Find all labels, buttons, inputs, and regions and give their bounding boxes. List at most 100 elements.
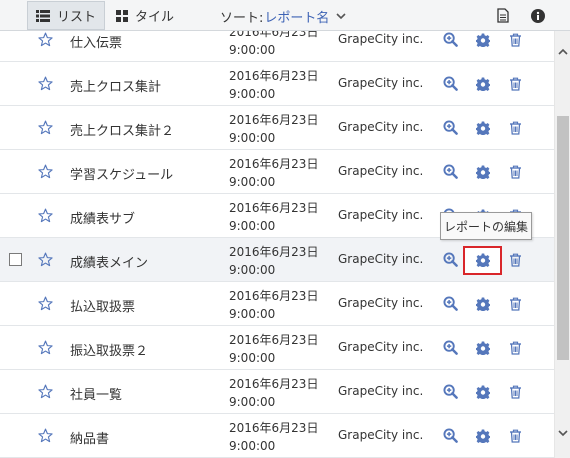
favorite-star-button[interactable] xyxy=(38,32,53,51)
report-name[interactable]: 学習スケジュール xyxy=(70,164,173,183)
info-icon xyxy=(531,9,545,23)
view-report-button[interactable] xyxy=(443,164,458,183)
edit-report-button[interactable] xyxy=(476,296,490,315)
star-icon xyxy=(38,120,53,135)
gear-icon xyxy=(476,77,490,91)
report-name[interactable]: 売上クロス集計２ xyxy=(70,120,174,139)
report-date: 2016年6月23日 9:00:00 xyxy=(229,375,318,411)
edit-report-button[interactable] xyxy=(476,428,490,447)
view-report-button[interactable] xyxy=(443,340,458,359)
favorite-star-button[interactable] xyxy=(38,428,53,447)
tile-icon xyxy=(116,9,128,22)
report-name[interactable]: 成績表メイン xyxy=(70,252,148,271)
delete-report-button[interactable] xyxy=(509,252,522,271)
delete-report-button[interactable] xyxy=(509,384,522,403)
report-date-day: 2016年6月23日 xyxy=(229,377,319,391)
favorite-star-button[interactable] xyxy=(38,296,53,315)
view-report-button[interactable] xyxy=(443,32,458,51)
view-report-button[interactable] xyxy=(443,384,458,403)
list-view-button[interactable]: リスト xyxy=(27,1,105,30)
document-icon-button[interactable] xyxy=(497,8,509,27)
view-report-button[interactable] xyxy=(443,76,458,95)
favorite-star-button[interactable] xyxy=(38,208,53,227)
view-report-button[interactable] xyxy=(443,296,458,315)
report-name[interactable]: 仕入伝票 xyxy=(70,32,122,51)
report-date: 2016年6月23日 9:00:00 xyxy=(229,243,318,279)
edit-report-button[interactable] xyxy=(476,120,490,139)
report-date: 2016年6月23日 9:00:00 xyxy=(229,67,318,103)
delete-report-button[interactable] xyxy=(509,76,522,95)
edit-report-button[interactable] xyxy=(476,76,490,95)
trash-icon xyxy=(510,297,521,311)
favorite-star-button[interactable] xyxy=(38,340,53,359)
report-row[interactable]: 学習スケジュール 2016年6月23日 9:00:00 GrapeCity inc. xyxy=(0,150,554,194)
report-row[interactable]: 売上クロス集計２ 2016年6月23日 9:00:00 GrapeCity inc. xyxy=(0,106,554,150)
report-name[interactable]: 成績表サブ xyxy=(70,208,135,227)
delete-report-button[interactable] xyxy=(509,120,522,139)
star-icon xyxy=(38,32,53,47)
sort-value: レポート名 xyxy=(264,11,330,26)
report-date-time: 9:00:00 xyxy=(229,307,276,321)
report-row[interactable]: 払込取扱票 2016年6月23日 9:00:00 GrapeCity inc. xyxy=(0,282,554,326)
report-name[interactable]: 振込取扱票２ xyxy=(70,340,148,359)
edit-report-button[interactable] xyxy=(476,32,490,51)
report-owner: GrapeCity inc. xyxy=(338,340,424,354)
edit-report-button[interactable] xyxy=(463,246,502,275)
edit-report-button[interactable] xyxy=(476,164,490,183)
delete-report-button[interactable] xyxy=(509,164,522,183)
report-name[interactable]: 売上クロス集計 xyxy=(70,76,161,95)
scroll-up-icon[interactable] xyxy=(558,48,568,55)
view-report-button[interactable] xyxy=(443,120,458,139)
zoom-icon xyxy=(443,340,458,355)
favorite-star-button[interactable] xyxy=(38,76,53,95)
favorite-star-button[interactable] xyxy=(38,384,53,403)
star-icon xyxy=(38,296,53,311)
view-report-button[interactable] xyxy=(443,428,458,447)
delete-report-button[interactable] xyxy=(509,340,522,359)
report-date-time: 9:00:00 xyxy=(229,131,276,145)
delete-report-button[interactable] xyxy=(509,296,522,315)
edit-report-button[interactable] xyxy=(476,384,490,403)
view-report-button[interactable] xyxy=(443,252,458,271)
report-list[interactable]: 仕入伝票 2016年6月23日 9:00:00 GrapeCity inc. 売上クロス… xyxy=(0,31,554,458)
delete-report-button[interactable] xyxy=(509,428,522,447)
report-row[interactable]: 社員一覧 2016年6月23日 9:00:00 GrapeCity inc. xyxy=(0,370,554,414)
report-row[interactable]: 成績表メイン 2016年6月23日 9:00:00 GrapeCity inc. xyxy=(0,238,554,282)
info-icon-button[interactable] xyxy=(531,8,545,27)
scroll-down-icon[interactable] xyxy=(558,430,568,437)
report-name[interactable]: 納品書 xyxy=(70,428,109,447)
favorite-star-button[interactable] xyxy=(38,120,53,139)
report-owner: GrapeCity inc. xyxy=(338,384,424,398)
trash-icon xyxy=(510,341,521,355)
scrollbar[interactable] xyxy=(554,31,570,458)
zoom-icon xyxy=(443,76,458,91)
favorite-star-button[interactable] xyxy=(38,252,53,271)
star-icon xyxy=(38,164,53,179)
trash-icon xyxy=(510,385,521,399)
report-date-day: 2016年6月23日 xyxy=(229,421,319,435)
report-row[interactable]: 納品書 2016年6月23日 9:00:00 GrapeCity inc. xyxy=(0,414,554,458)
report-date-time: 9:00:00 xyxy=(229,395,276,409)
gear-icon xyxy=(476,429,490,443)
zoom-icon xyxy=(443,252,458,267)
sort-dropdown[interactable]: ソート: レポート名 xyxy=(220,7,346,26)
report-row[interactable]: 売上クロス集計 2016年6月23日 9:00:00 GrapeCity inc. xyxy=(0,62,554,106)
tile-view-button[interactable]: タイル xyxy=(108,1,186,30)
report-row[interactable]: 振込取扱票２ 2016年6月23日 9:00:00 GrapeCity inc. xyxy=(0,326,554,370)
edit-report-button[interactable] xyxy=(476,340,490,359)
trash-icon xyxy=(510,33,521,47)
scrollbar-thumb[interactable] xyxy=(557,116,569,360)
report-row[interactable]: 仕入伝票 2016年6月23日 9:00:00 GrapeCity inc. xyxy=(0,31,554,62)
report-date: 2016年6月23日 9:00:00 xyxy=(229,111,318,147)
report-name[interactable]: 社員一覧 xyxy=(70,384,122,403)
edit-tooltip: レポートの編集 xyxy=(440,212,532,240)
report-name[interactable]: 払込取扱票 xyxy=(70,296,135,315)
zoom-icon xyxy=(443,164,458,179)
favorite-star-button[interactable] xyxy=(38,164,53,183)
sort-label: ソート: xyxy=(220,11,264,26)
delete-report-button[interactable] xyxy=(509,32,522,51)
row-checkbox[interactable] xyxy=(9,253,22,266)
report-owner: GrapeCity inc. xyxy=(338,208,424,222)
star-icon xyxy=(38,428,53,443)
report-owner: GrapeCity inc. xyxy=(338,428,424,442)
